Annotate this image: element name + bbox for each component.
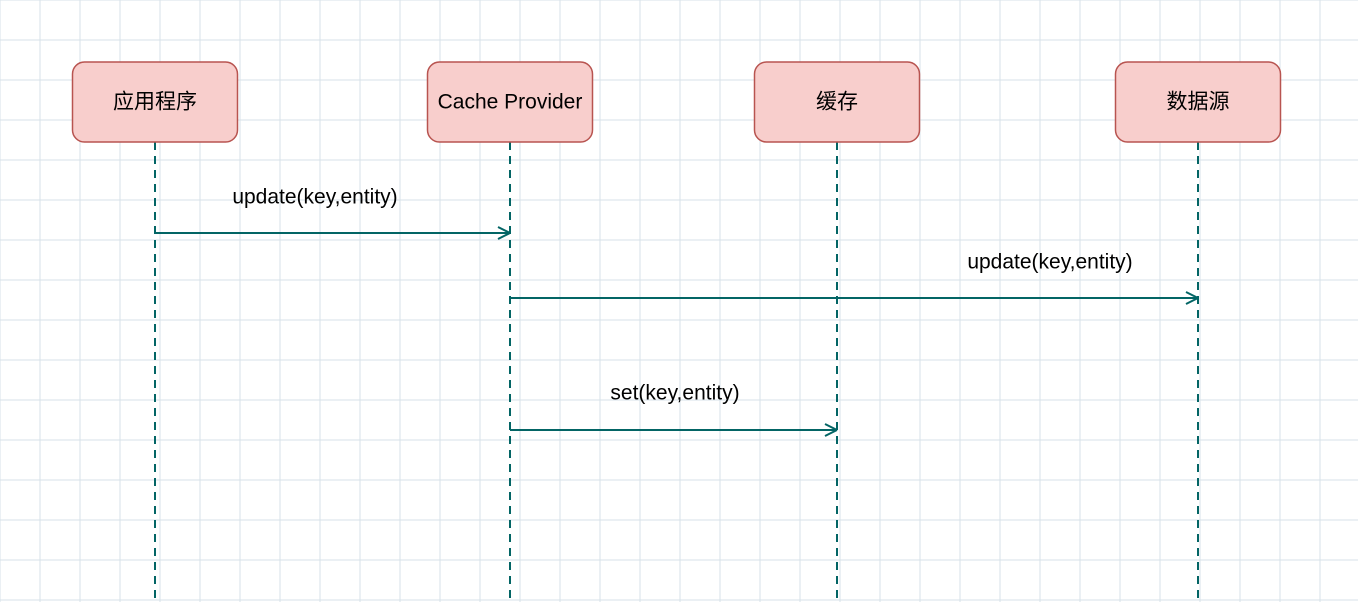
participant-label: 应用程序 [113, 91, 197, 114]
message-label: update(key,entity) [967, 251, 1132, 274]
participant-label: Cache Provider [438, 91, 583, 114]
message-label: update(key,entity) [232, 186, 397, 209]
participant-label: 数据源 [1167, 91, 1230, 114]
messages: update(key,entity) update(key,entity) set(… [155, 186, 1198, 437]
participant-label: 缓存 [816, 91, 858, 114]
participants: 应用程序 Cache Provider 缓存 数据源 [73, 62, 1281, 142]
message-label: set(key,entity) [610, 382, 739, 405]
sequence-diagram: 应用程序 Cache Provider 缓存 数据源 update(key,entit… [0, 0, 1358, 602]
lifelines [155, 142, 1198, 602]
